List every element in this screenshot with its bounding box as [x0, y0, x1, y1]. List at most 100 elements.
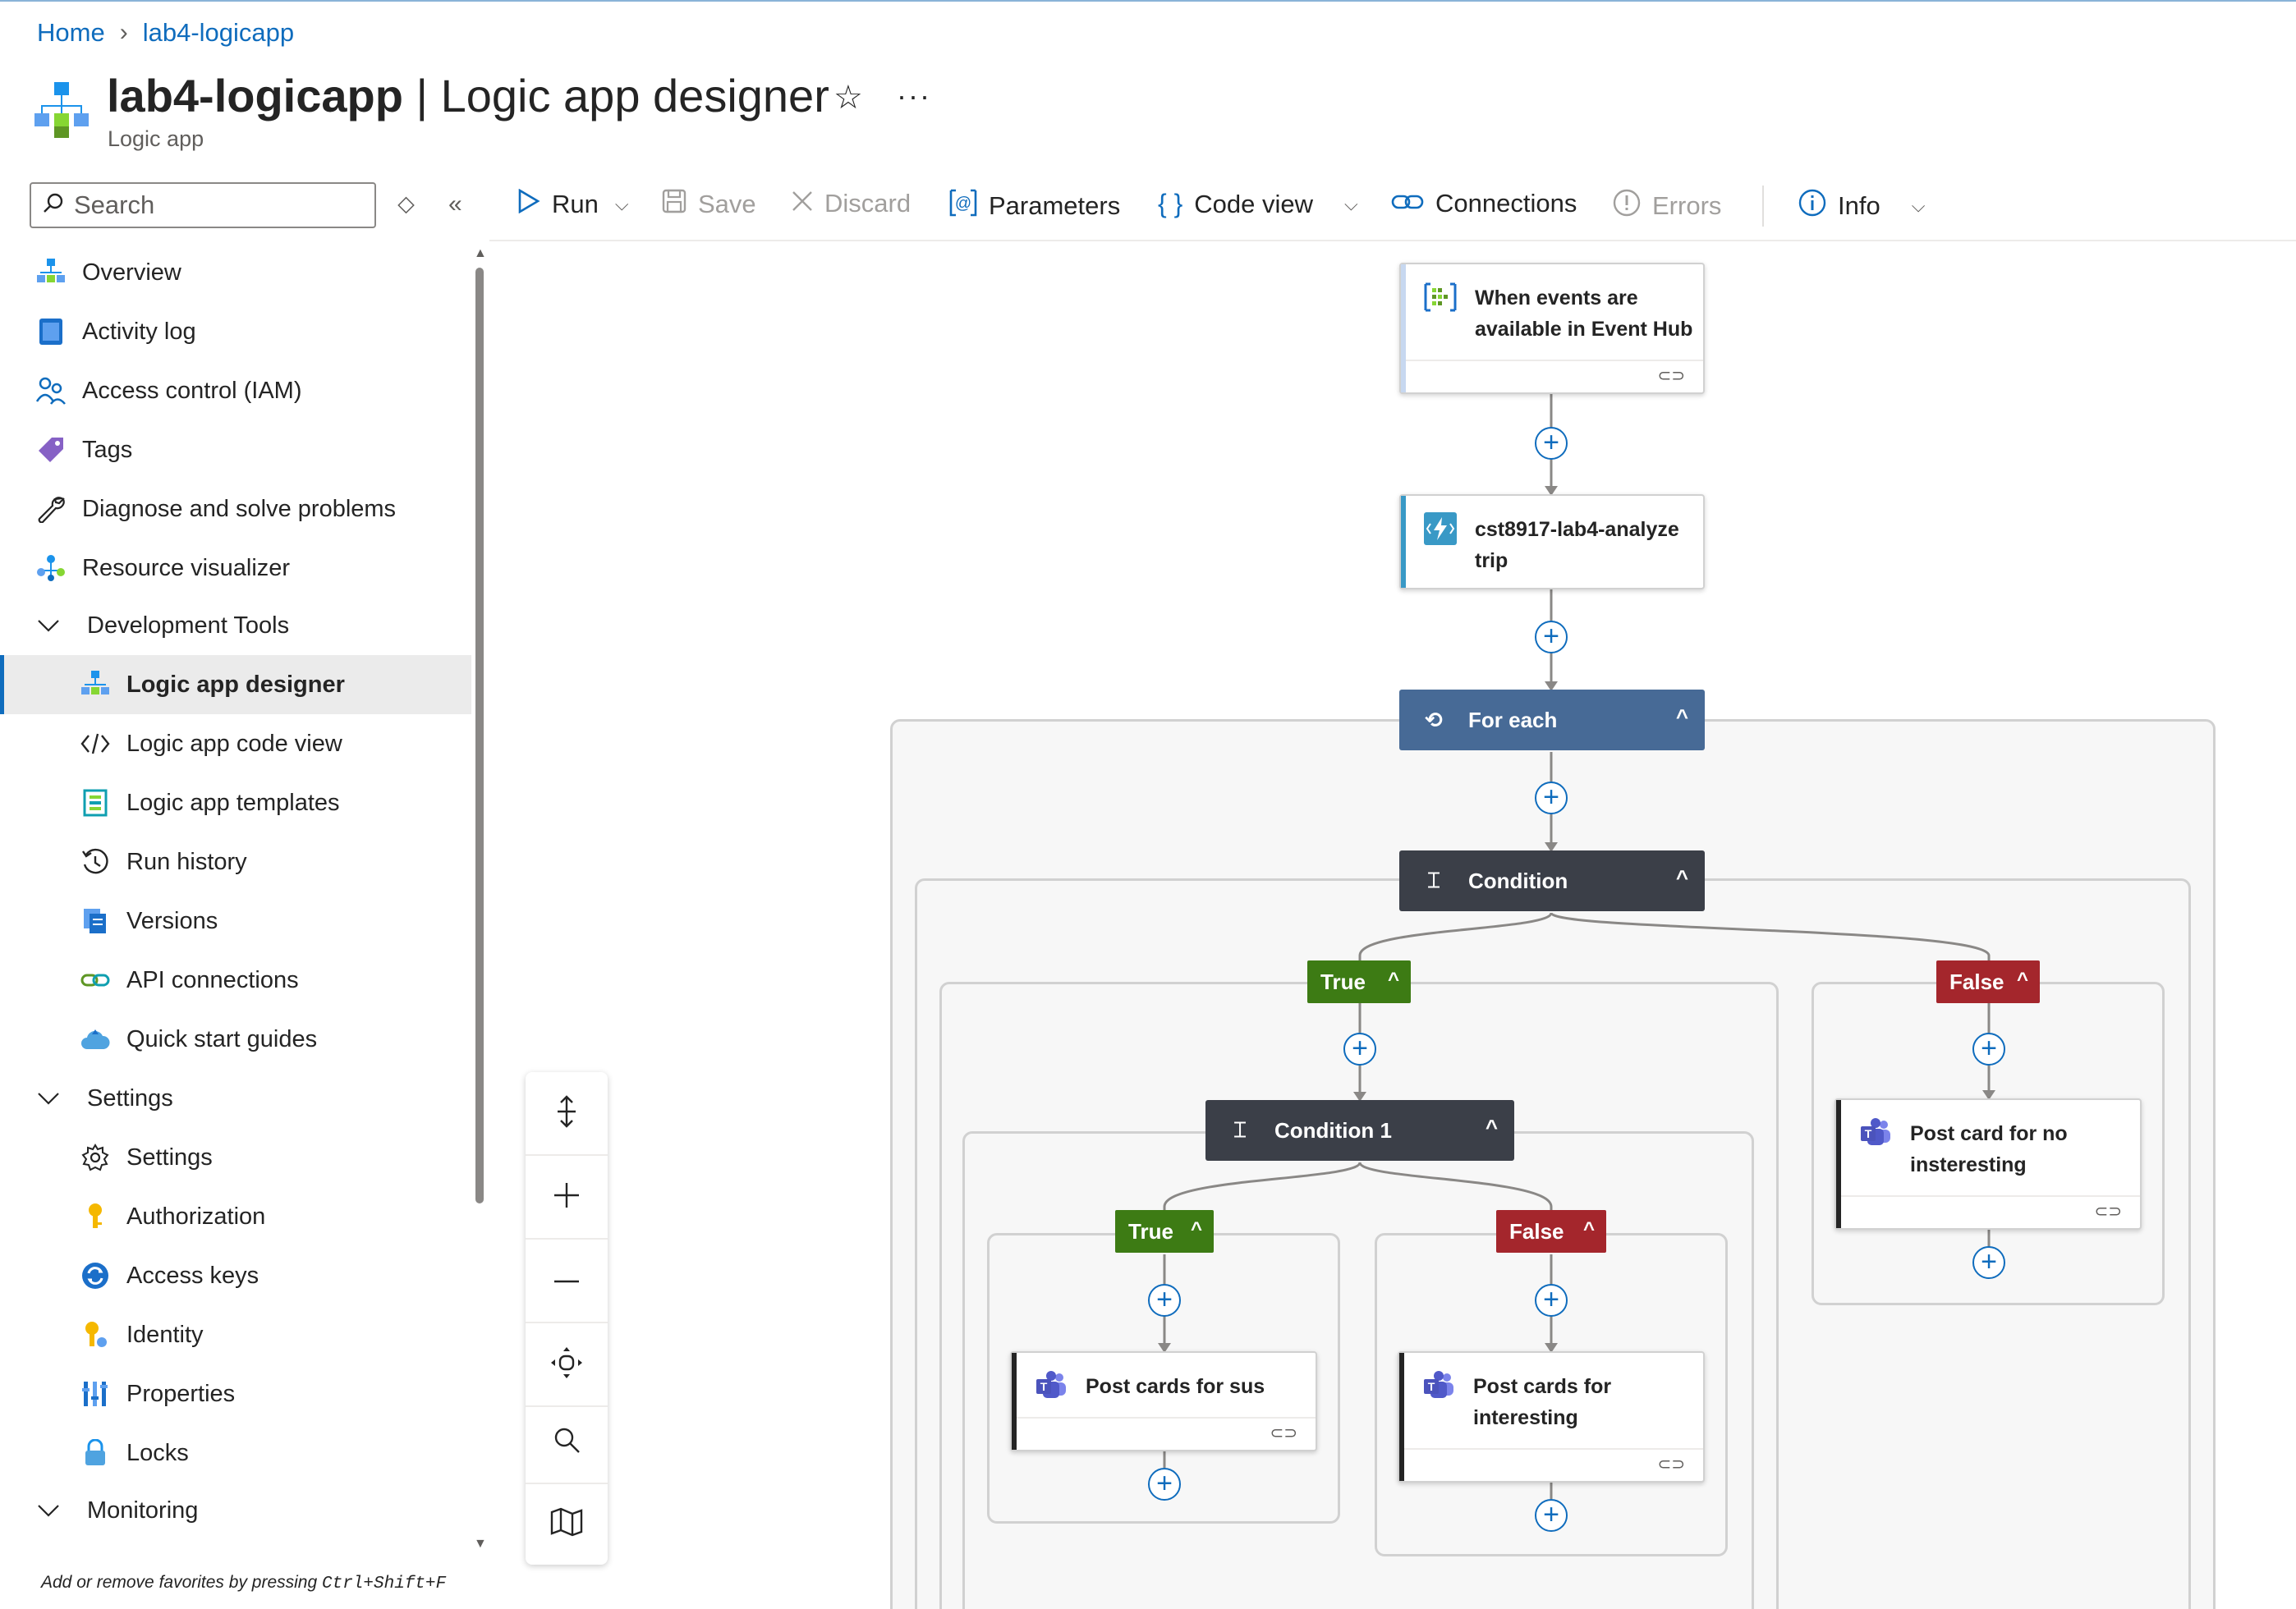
sidebar-item-quick-start[interactable]: Quick start guides: [0, 1010, 471, 1069]
collapse-caret-icon[interactable]: ^: [1676, 865, 1688, 891]
minimap-button[interactable]: [526, 1483, 608, 1565]
sidebar-item-logic-app-code-view[interactable]: Logic app code view: [0, 714, 471, 773]
zoom-in-button[interactable]: [526, 1156, 608, 1238]
parameters-button[interactable]: @ Parameters: [949, 189, 1120, 223]
collapse-caret-icon[interactable]: ^: [1583, 1218, 1595, 1241]
code-view-button[interactable]: { } Code view ⌵: [1158, 189, 1358, 219]
search-input[interactable]: [74, 190, 353, 220]
sidebar-item-identity[interactable]: Identity: [0, 1305, 471, 1364]
designer-canvas[interactable]: When events are available in Event Hub ⊂⊃…: [489, 241, 2296, 1609]
add-step-button[interactable]: +: [1535, 621, 1568, 653]
card-title-line: Post card for no: [1910, 1122, 2068, 1145]
fit-vertical-button[interactable]: [526, 1072, 608, 1154]
chevron-down-icon[interactable]: ⌵: [1344, 194, 1358, 215]
save-button[interactable]: Save: [662, 189, 756, 220]
add-step-button[interactable]: +: [1972, 1033, 2005, 1066]
sidebar-group-development-tools[interactable]: Development Tools: [0, 596, 471, 655]
sidebar-item-logic-app-designer[interactable]: Logic app designer: [0, 655, 471, 714]
sidebar-item-diagnose[interactable]: Diagnose and solve problems: [0, 479, 471, 539]
sidebar-item-authorization[interactable]: Authorization: [0, 1187, 471, 1246]
breadcrumb-home-link[interactable]: Home: [37, 18, 105, 48]
collapse-caret-icon[interactable]: ^: [1486, 1115, 1498, 1140]
post-cards-for-interesting[interactable]: T Post cards for interesting ⊂⊃: [1398, 1351, 1705, 1483]
event-hub-trigger-card[interactable]: When events are available in Event Hub ⊂⊃: [1399, 263, 1705, 394]
collapse-caret-icon[interactable]: ^: [1191, 1218, 1202, 1241]
sidebar-group-label: Monitoring: [87, 1497, 199, 1524]
favorite-star-icon[interactable]: ☆: [833, 79, 863, 117]
sidebar-item-label: Diagnose and solve problems: [82, 495, 397, 522]
svg-text:@: @: [955, 195, 971, 213]
card-title: Post card for no insteresting: [1910, 1118, 2068, 1180]
search-canvas-button[interactable]: [526, 1400, 608, 1483]
sidebar-item-activity-log[interactable]: Activity log: [0, 302, 471, 361]
sidebar-item-label: Properties: [126, 1380, 236, 1407]
collapse-caret-icon[interactable]: ^: [1388, 969, 1399, 992]
condition1-true-branch[interactable]: True ^: [1115, 1210, 1214, 1253]
breadcrumb-current-link[interactable]: lab4-logicapp: [143, 18, 294, 48]
sidebar-item-access-control[interactable]: Access control (IAM): [0, 361, 471, 420]
add-step-button[interactable]: +: [1535, 1499, 1568, 1532]
play-icon: [517, 188, 540, 220]
branch-label: False: [1509, 1218, 1564, 1244]
add-step-button[interactable]: +: [1535, 782, 1568, 814]
foreach-action-header[interactable]: ⟲ For each ^: [1399, 690, 1705, 750]
discard-button[interactable]: Discard: [792, 189, 911, 218]
sidebar-group-settings[interactable]: Settings: [0, 1069, 471, 1128]
run-label: Run: [552, 190, 599, 218]
sidebar-item-locks[interactable]: Locks: [0, 1423, 471, 1483]
collapse-sidebar-icon[interactable]: «: [448, 190, 462, 218]
condition-false-branch[interactable]: False ^: [1936, 960, 2040, 1003]
sidebar-item-overview[interactable]: Overview: [0, 243, 471, 302]
more-options-icon[interactable]: ···: [897, 79, 931, 113]
condition1-action-header[interactable]: ⌶ Condition 1 ^: [1205, 1100, 1514, 1161]
link-icon: [1391, 189, 1424, 218]
sidebar-item-api-connections[interactable]: API connections: [0, 951, 471, 1010]
fit-view-icon: [549, 1345, 584, 1384]
sidebar-item-settings[interactable]: Settings: [0, 1128, 471, 1187]
run-button[interactable]: Run ⌵: [517, 188, 629, 220]
sidebar-item-versions[interactable]: Versions: [0, 892, 471, 951]
scrollbar-thumb[interactable]: [475, 268, 484, 1203]
connections-button[interactable]: Connections: [1391, 189, 1577, 218]
connection-link-icon: ⊂⊃: [1270, 1424, 1297, 1442]
add-step-button[interactable]: +: [1148, 1468, 1181, 1501]
info-button[interactable]: Info ⌵: [1798, 189, 1925, 223]
sidebar-item-access-keys[interactable]: Access keys: [0, 1246, 471, 1305]
condition-action-header[interactable]: ⌶ Condition ^: [1399, 850, 1705, 911]
sidebar-item-logic-app-templates[interactable]: Logic app templates: [0, 773, 471, 832]
post-cards-for-sus[interactable]: T Post cards for sus ⊂⊃: [1010, 1351, 1317, 1451]
sidebar-item-properties[interactable]: Properties: [0, 1364, 471, 1423]
collapse-caret-icon[interactable]: ^: [2017, 969, 2028, 992]
add-step-button[interactable]: +: [1535, 1284, 1568, 1317]
errors-button[interactable]: Errors: [1613, 189, 1721, 223]
function-action-card[interactable]: cst8917-lab4-analyze trip: [1399, 494, 1705, 589]
post-card-no-interesting[interactable]: T Post card for no insteresting ⊂⊃: [1835, 1098, 2142, 1230]
info-icon: [1798, 189, 1826, 223]
sidebar-scrollbar[interactable]: ▲ ▼: [474, 246, 487, 1560]
code-icon: [79, 727, 112, 760]
sidebar-item-label: Versions: [126, 907, 218, 934]
add-step-button[interactable]: +: [1343, 1033, 1376, 1066]
expand-collapse-icon[interactable]: ⬦: [397, 190, 415, 218]
add-step-button[interactable]: +: [1535, 427, 1568, 460]
sidebar-item-tags[interactable]: Tags: [0, 420, 471, 479]
connection-link-icon: ⊂⊃: [1657, 367, 1685, 385]
versions-icon: [79, 905, 112, 937]
scroll-down-icon[interactable]: ▼: [474, 1537, 487, 1552]
add-step-button[interactable]: +: [1148, 1284, 1181, 1317]
condition-true-branch[interactable]: True ^: [1307, 960, 1411, 1003]
sidebar-item-resource-visualizer[interactable]: Resource visualizer: [0, 539, 471, 598]
minus-icon: [553, 1273, 581, 1288]
card-title: Post cards for interesting: [1473, 1371, 1611, 1433]
condition1-false-branch[interactable]: False ^: [1496, 1210, 1606, 1253]
sidebar-group-monitoring[interactable]: Monitoring: [0, 1481, 471, 1540]
zoom-out-button[interactable]: [526, 1240, 608, 1322]
scroll-up-icon[interactable]: ▲: [474, 246, 487, 261]
add-step-button[interactable]: +: [1972, 1246, 2005, 1279]
sidebar-item-label: Identity: [126, 1321, 204, 1348]
sidebar-item-label: Locks: [126, 1439, 189, 1466]
chevron-down-icon[interactable]: ⌵: [1912, 195, 1926, 217]
fit-view-button[interactable]: [526, 1323, 608, 1405]
collapse-caret-icon[interactable]: ^: [1676, 704, 1688, 730]
sidebar-item-run-history[interactable]: Run history: [0, 832, 471, 892]
